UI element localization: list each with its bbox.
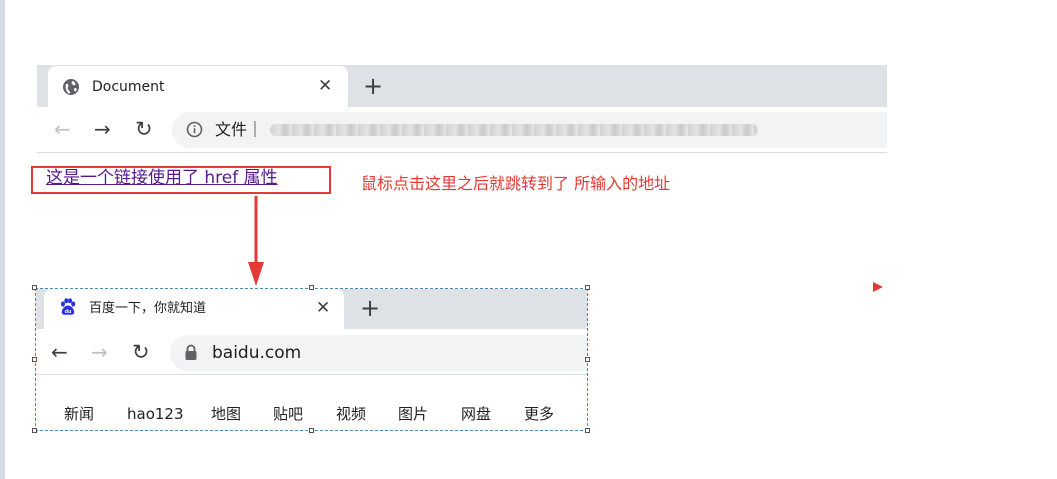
href-link[interactable]: 这是一个链接使用了 href 属性 — [46, 167, 278, 189]
red-triangle-icon — [873, 282, 883, 292]
top-reload-icon[interactable]: ↻ — [135, 116, 153, 142]
resize-handle-bottom[interactable] — [309, 428, 314, 433]
top-tab-close-icon[interactable]: ✕ — [318, 76, 332, 96]
top-back-arrow-icon[interactable]: ← — [54, 117, 71, 141]
left-edge-strip — [0, 0, 5, 479]
resize-handle-right[interactable] — [585, 357, 590, 362]
arrow-down-icon — [248, 196, 264, 286]
info-icon[interactable] — [186, 121, 203, 138]
selection-frame — [35, 288, 588, 431]
resize-handle-bottom-left[interactable] — [32, 428, 37, 433]
file-scheme-label: 文件｜ — [215, 120, 264, 139]
top-tab-title: Document — [92, 79, 165, 95]
annotation-text: 鼠标点击这里之后就跳转到了 所输入的地址 — [361, 174, 671, 193]
resize-handle-bottom-right[interactable] — [585, 428, 590, 433]
globe-icon — [63, 79, 79, 95]
resize-handle-top-right[interactable] — [585, 285, 590, 290]
resize-handle-left[interactable] — [32, 357, 37, 362]
top-new-tab-icon[interactable]: + — [363, 73, 383, 99]
top-forward-arrow-icon[interactable]: → — [94, 117, 111, 141]
blurred-file-path — [270, 124, 758, 136]
resize-handle-top-left[interactable] — [32, 285, 37, 290]
resize-handle-top[interactable] — [309, 285, 314, 290]
